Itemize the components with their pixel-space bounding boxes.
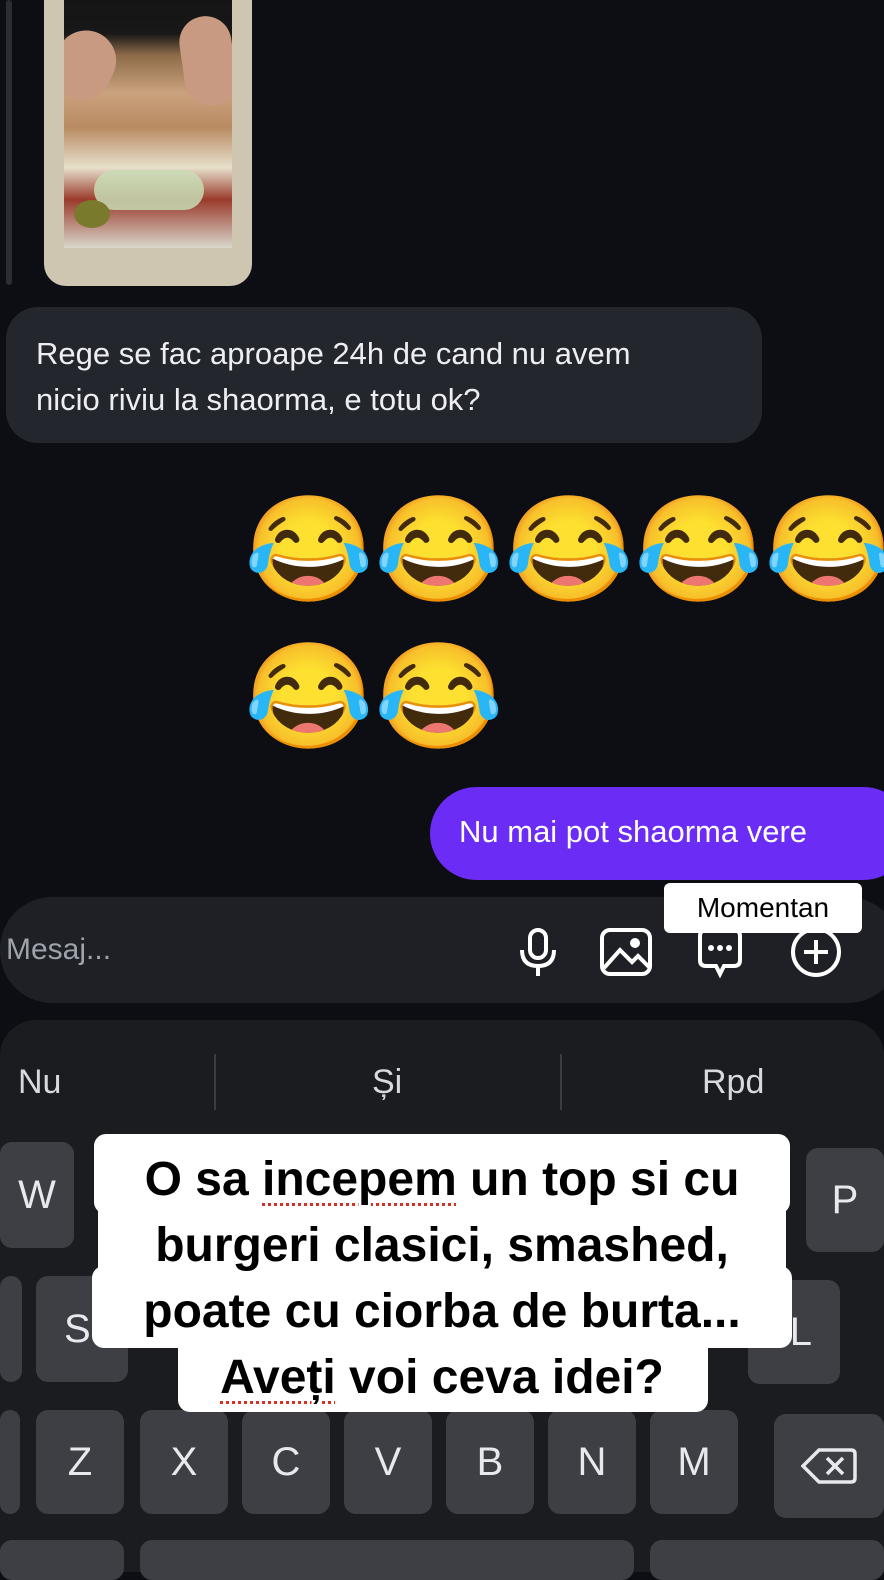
video-caption: O sa incepem un top si cu burgeri clasic… bbox=[92, 1147, 792, 1411]
key-c[interactable]: C bbox=[242, 1410, 330, 1514]
shared-media-preview[interactable] bbox=[44, 0, 252, 286]
key-m[interactable]: M bbox=[650, 1410, 738, 1514]
laughing-emoji: 😂 bbox=[244, 492, 374, 608]
return-key[interactable] bbox=[650, 1540, 884, 1580]
shaorma-photo bbox=[64, 0, 232, 248]
hand-shape bbox=[175, 12, 232, 110]
sauce-shape bbox=[74, 200, 110, 228]
suggestion-nu[interactable]: Nu bbox=[18, 1058, 61, 1106]
message-input[interactable] bbox=[6, 930, 486, 970]
suggestion-divider bbox=[560, 1054, 562, 1110]
laughing-emoji: 😂 bbox=[374, 639, 504, 755]
suggestion-divider bbox=[214, 1054, 216, 1110]
lettuce-shape bbox=[94, 170, 204, 210]
gallery-icon[interactable] bbox=[598, 924, 654, 980]
caption-line: O sa incepem un top si cu bbox=[144, 1153, 740, 1206]
suggestion-rpd[interactable]: Rpd bbox=[702, 1058, 764, 1106]
laughing-emoji: 😂 bbox=[504, 492, 634, 608]
laughing-emoji: 😂 bbox=[374, 492, 504, 608]
laughing-emoji: 😂 bbox=[634, 492, 764, 608]
microphone-icon[interactable] bbox=[510, 924, 566, 980]
suggestion-si[interactable]: Și bbox=[372, 1058, 402, 1106]
caption-line: Aveți voi ceva idei? bbox=[220, 1351, 664, 1404]
laughing-emoji: 😂 bbox=[764, 492, 884, 608]
sent-message-text: Nu mai pot shaorma vere bbox=[459, 814, 808, 849]
key-w[interactable]: W bbox=[0, 1142, 74, 1248]
backspace-key[interactable] bbox=[774, 1414, 884, 1518]
caption-line: poate cu ciorba de burta... bbox=[143, 1285, 741, 1338]
hand-shape bbox=[64, 20, 126, 110]
key-n[interactable]: N bbox=[548, 1410, 636, 1514]
key-x[interactable]: X bbox=[140, 1410, 228, 1514]
numbers-key[interactable] bbox=[0, 1540, 124, 1580]
key-a[interactable] bbox=[0, 1276, 22, 1382]
key-v[interactable]: V bbox=[344, 1410, 432, 1514]
reply-indicator-bar bbox=[6, 0, 12, 285]
shift-key[interactable] bbox=[0, 1410, 20, 1514]
backspace-icon bbox=[800, 1448, 857, 1484]
laughing-emoji: 😂 bbox=[244, 639, 374, 755]
key-p[interactable]: P bbox=[806, 1148, 884, 1252]
caption-line: burgeri clasici, smashed, bbox=[155, 1219, 729, 1272]
key-z[interactable]: Z bbox=[36, 1410, 124, 1514]
received-message-text: Rege se fac aproape 24h de cand nu avem … bbox=[36, 336, 631, 417]
status-tooltip: Momentan bbox=[664, 883, 862, 933]
key-b[interactable]: B bbox=[446, 1410, 534, 1514]
space-key[interactable] bbox=[140, 1540, 634, 1580]
